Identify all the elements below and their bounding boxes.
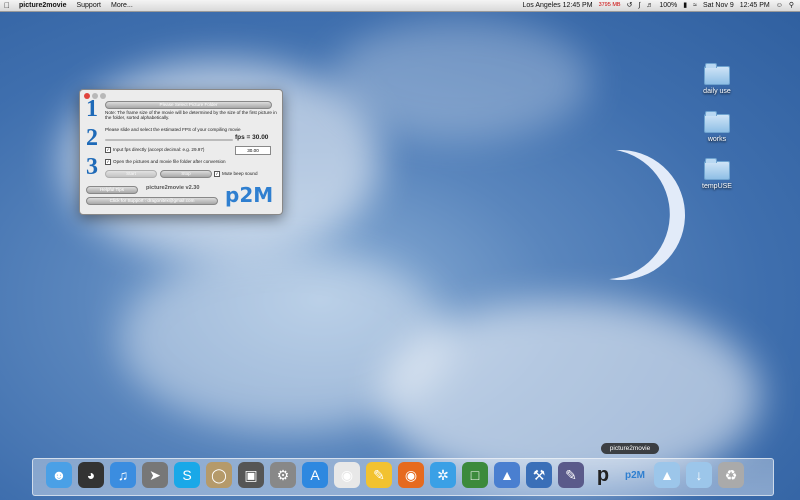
safari-icon[interactable]: ✲ — [430, 462, 456, 488]
cloud — [330, 20, 590, 140]
launchpad-icon[interactable]: ➤ — [142, 462, 168, 488]
start-button[interactable]: Start — [105, 170, 157, 178]
firefox-icon[interactable]: ◉ — [398, 462, 424, 488]
memory-indicator[interactable]: 3795 MB — [599, 0, 621, 11]
fps-slider[interactable] — [105, 139, 233, 141]
menu-app-name[interactable]: picture2movie — [14, 0, 71, 11]
volume-icon[interactable]: ♬ — [646, 0, 653, 11]
finder-icon[interactable]: ☻ — [46, 462, 72, 488]
stop-button[interactable]: Stop — [160, 170, 212, 178]
downloads-folder-icon[interactable]: ↓ — [686, 462, 712, 488]
pages-icon[interactable]: ✎ — [366, 462, 392, 488]
p-app-icon[interactable]: p — [590, 462, 616, 488]
spotlight-icon[interactable]: ⚲ — [789, 0, 794, 11]
app-store-icon[interactable]: A — [302, 462, 328, 488]
apple-menu-icon[interactable]:  — [0, 0, 14, 11]
system-preferences-icon[interactable]: ⚙ — [270, 462, 296, 488]
input-fps-checkbox[interactable]: ✓ — [105, 147, 111, 153]
keynote-icon[interactable]: ▲ — [494, 462, 520, 488]
clock-city[interactable]: Los Angeles 12:45 PM — [523, 0, 593, 11]
battery-percent[interactable]: 100% — [659, 0, 677, 11]
chrome-icon[interactable]: ◉ — [334, 462, 360, 488]
menu-support[interactable]: Support — [71, 0, 106, 11]
fps-display: fps = 30.00 — [235, 134, 269, 141]
version-label: picture2movie v2.30 — [146, 185, 200, 191]
folder-icon — [704, 111, 730, 133]
menu-time[interactable]: 12:45 PM — [740, 0, 770, 11]
moon-crescent — [537, 132, 704, 299]
desktop-folder-label: tempUSE — [702, 183, 732, 190]
folder-icon — [704, 158, 730, 180]
mute-label: Mute beep sound — [222, 171, 258, 177]
select-folder-button[interactable]: Please Select Picture Folder — [105, 101, 272, 109]
support-button[interactable]: Click for Support : dragonitex@gmail.com — [86, 197, 218, 205]
open-folder-row[interactable]: ✓ Open the pictures and movie file folder… — [105, 159, 226, 165]
textedit-icon[interactable]: ✎ — [558, 462, 584, 488]
mute-row[interactable]: ✓ Mute beep sound — [214, 171, 258, 177]
desktop-folder-works[interactable]: works — [687, 111, 747, 143]
helpful-tips-button[interactable]: Helpful Tips — [86, 186, 138, 194]
preview-icon[interactable]: ◯ — [206, 462, 232, 488]
open-folder-checkbox[interactable]: ✓ — [105, 159, 111, 165]
p2m-logo: p2M — [225, 183, 274, 207]
dock-tooltip: picture2movie — [601, 443, 659, 454]
desktop-folder-daily-use[interactable]: daily use — [687, 63, 747, 95]
desktop-folder-label: daily use — [703, 88, 731, 95]
note-text: Note: The frame size of the movie will b… — [105, 110, 277, 121]
bluetooth-icon[interactable]: ∫ — [638, 0, 640, 11]
applications-folder-icon[interactable]: ▲ — [654, 462, 680, 488]
facetime-icon[interactable]: ▣ — [238, 462, 264, 488]
step-number: 1 — [86, 96, 98, 122]
input-fps-label: Input fps directly (accept decimal: e.g.… — [113, 147, 205, 153]
battery-icon[interactable]: ▮ — [683, 0, 687, 11]
menu-date[interactable]: Sat Nov 9 — [703, 0, 734, 11]
desktop-folder-label: works — [707, 136, 727, 143]
dashboard-icon[interactable]: ◕ — [78, 462, 104, 488]
xcode-icon[interactable]: ⚒ — [526, 462, 552, 488]
user-icon[interactable]: ☺ — [776, 0, 783, 11]
desktop-folder-tempuse[interactable]: tempUSE — [687, 158, 747, 190]
time-machine-icon[interactable]: ↺ — [627, 0, 633, 11]
skype-icon[interactable]: S — [174, 462, 200, 488]
step-number: 3 — [86, 154, 98, 180]
trash-icon[interactable]: ♻ — [718, 462, 744, 488]
itunes-icon[interactable]: ♫ — [110, 462, 136, 488]
menu-more[interactable]: More... — [106, 0, 138, 11]
picture2movie-icon[interactable]: p2M — [622, 462, 648, 488]
zoom-button[interactable] — [100, 93, 106, 99]
numbers-icon[interactable]: □ — [462, 462, 488, 488]
fps-input[interactable]: 30.00 — [235, 146, 271, 155]
wifi-icon[interactable]: ≈ — [693, 0, 697, 11]
input-fps-row[interactable]: ✓ Input fps directly (accept decimal: e.g… — [105, 147, 204, 153]
picture2movie-window: 1 Please Select Picture Folder Note: The… — [79, 89, 283, 215]
step-number: 2 — [86, 125, 98, 151]
fps-instruction: Please slide and select the estimated FP… — [105, 127, 241, 132]
mute-checkbox[interactable]: ✓ — [214, 171, 220, 177]
menu-bar:  picture2movie Support More... Los Ange… — [0, 0, 800, 12]
folder-icon — [704, 63, 730, 85]
open-folder-label: Open the pictures and movie file folder … — [113, 159, 226, 165]
